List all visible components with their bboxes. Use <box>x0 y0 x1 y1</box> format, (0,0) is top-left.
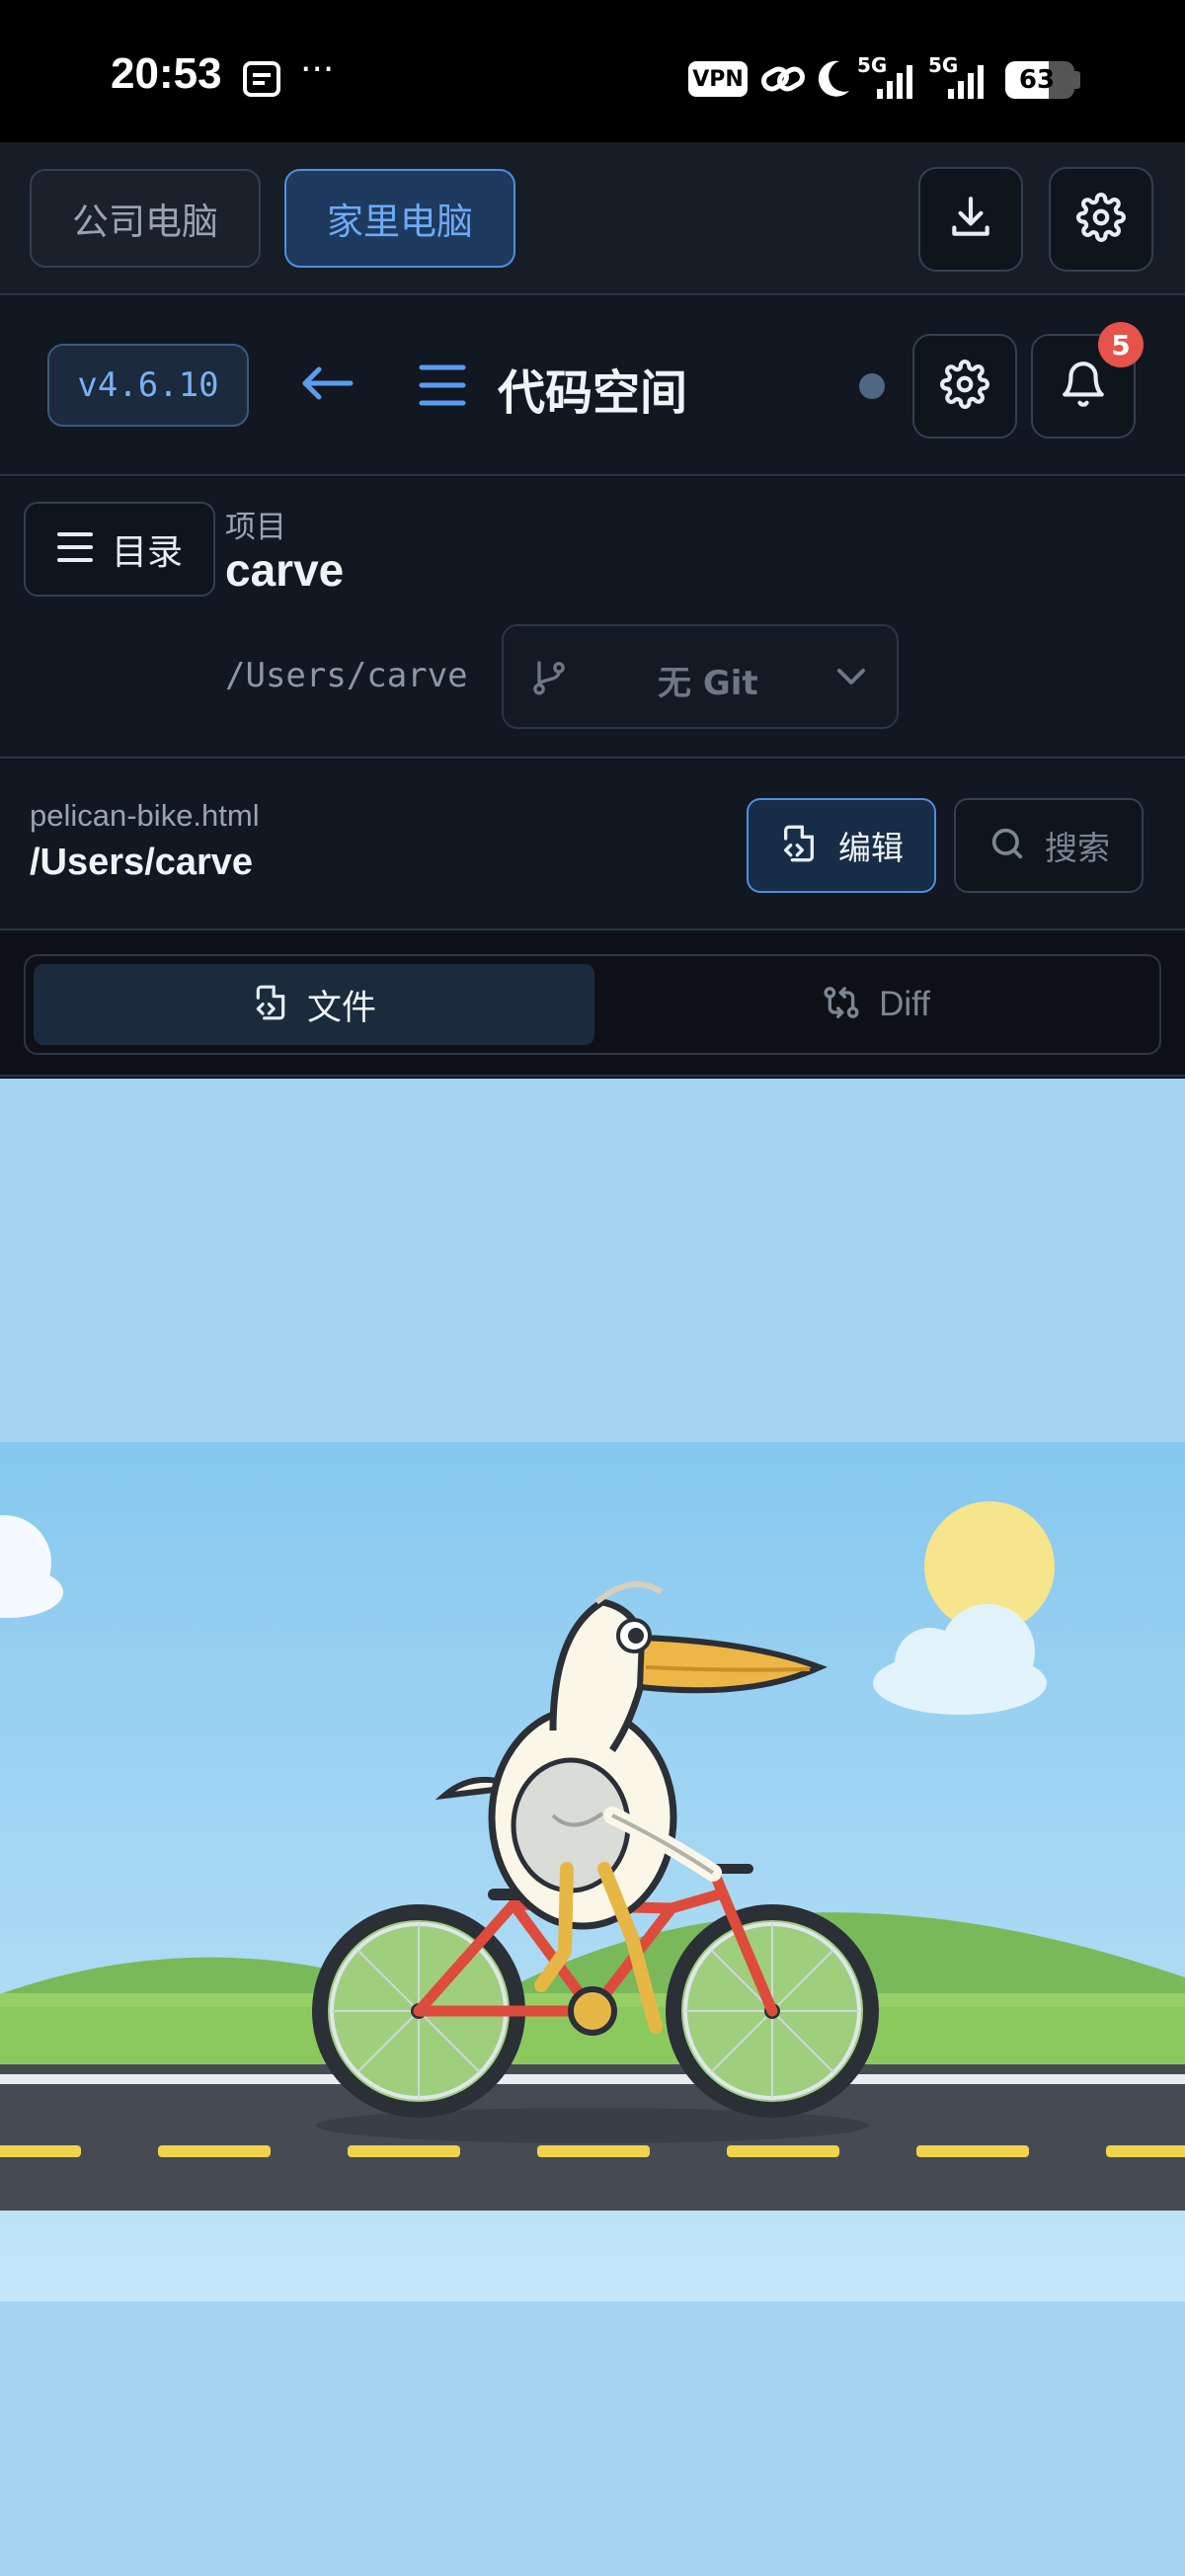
file-path: /Users/carve <box>30 842 254 883</box>
menu-icon <box>418 362 467 413</box>
vpn-badge: VPN <box>688 61 748 97</box>
tab-diff[interactable]: Diff <box>598 964 1153 1045</box>
pelican-bike-illustration <box>0 1079 1185 2576</box>
settings-button[interactable] <box>1049 167 1153 272</box>
edit-button[interactable]: 编辑 <box>747 798 936 893</box>
moon-icon <box>814 57 853 105</box>
gear-icon <box>1076 193 1126 246</box>
html-preview[interactable] <box>0 1079 1185 2576</box>
arrow-left-icon <box>297 363 356 407</box>
file-info-bar: pelican-bike.html /Users/carve 编辑 搜索 <box>0 761 1185 930</box>
machine-tab-home[interactable]: 家里电脑 <box>284 169 515 268</box>
battery-level: 63 <box>1018 65 1056 95</box>
more-icon: ··· <box>300 49 335 90</box>
signal-icon <box>948 63 991 103</box>
bell-icon <box>1059 359 1108 414</box>
machine-tab-label: 公司电脑 <box>72 201 218 243</box>
gear-icon <box>940 360 989 413</box>
link-icon <box>760 59 806 103</box>
lane-markings <box>0 2145 1185 2157</box>
message-icon <box>243 61 280 97</box>
notification-count: 5 <box>1111 328 1131 362</box>
project-panel: 目录 项目 carve /Users/carve 无 Git <box>0 478 1185 759</box>
menu-button[interactable] <box>413 358 472 417</box>
project-section-label: 项目 <box>225 510 286 545</box>
diff-icon <box>822 982 861 1027</box>
git-branch-icon <box>529 656 569 703</box>
status-bar: 20:53 ··· VPN 5G 5G 63 <box>0 0 1185 142</box>
file-code-icon <box>252 982 289 1027</box>
download-icon <box>946 193 995 246</box>
app-header: v4.6.10 代码空间 5 <box>0 296 1185 476</box>
git-label: 无 Git <box>658 664 758 703</box>
git-branch-select[interactable]: 无 Git <box>502 624 899 729</box>
search-label: 搜索 <box>1045 829 1110 867</box>
battery-icon: 63 <box>1005 61 1074 99</box>
machine-bar: 公司电脑 家里电脑 <box>0 142 1185 295</box>
toc-button[interactable]: 目录 <box>24 502 215 597</box>
project-name: carve <box>225 544 345 596</box>
back-button[interactable] <box>292 356 361 415</box>
download-button[interactable] <box>918 167 1023 272</box>
connection-dot <box>859 373 885 399</box>
chevron-down-icon <box>835 666 867 691</box>
view-tabs: 文件 Diff <box>0 932 1185 1077</box>
machine-tab-label: 家里电脑 <box>327 201 473 243</box>
tabs-container: 文件 Diff <box>24 954 1161 1055</box>
status-time: 20:53 <box>111 49 222 98</box>
edit-label: 编辑 <box>838 829 904 867</box>
file-name: pelican-bike.html <box>30 798 260 833</box>
menu-icon <box>56 530 94 568</box>
version-badge: v4.6.10 <box>47 344 249 427</box>
battery-tip <box>1074 71 1080 89</box>
notification-badge: 5 <box>1098 322 1144 367</box>
search-icon <box>988 824 1027 867</box>
search-button[interactable]: 搜索 <box>954 798 1144 893</box>
tab-label: 文件 <box>306 988 376 1028</box>
file-code-icon <box>779 822 819 869</box>
machine-tab-company[interactable]: 公司电脑 <box>30 169 261 268</box>
version-text: v4.6.10 <box>77 365 219 405</box>
tab-label: Diff <box>879 985 930 1023</box>
header-settings-button[interactable] <box>912 334 1017 439</box>
project-path: /Users/carve <box>225 656 468 695</box>
signal-icon <box>877 63 920 103</box>
toc-label: 目录 <box>111 532 183 573</box>
page-title: 代码空间 <box>498 365 688 421</box>
tab-file[interactable]: 文件 <box>34 964 594 1045</box>
